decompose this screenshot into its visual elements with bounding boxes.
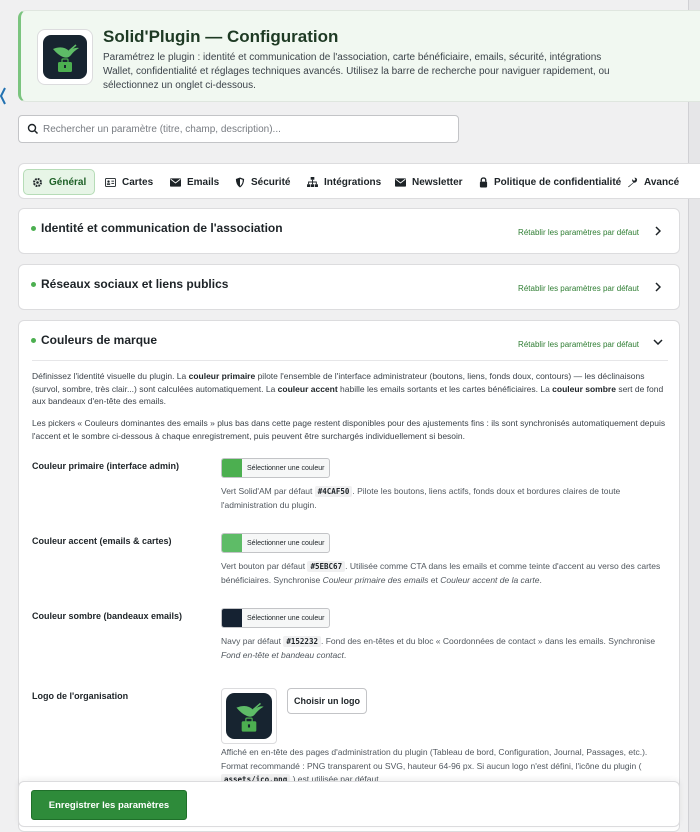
dark-color-help: Navy par défaut #152232. Fond des en-têt… [221, 636, 656, 660]
picker-label: Sélectionner une couleur [247, 614, 325, 622]
tab-newsletter[interactable]: Newsletter [387, 169, 471, 195]
tab-label: Général [49, 176, 87, 188]
primary-color-label: Couleur primaire (interface admin) [32, 461, 180, 471]
page-header: Solid'Plugin — Configuration Paramétrez … [18, 10, 700, 102]
tab-label: Avancé [644, 176, 680, 188]
sticky-footer: Enregistrer les paramètres [18, 781, 680, 827]
colors-intro-sync: Les pickers « Couleurs dominantes des em… [32, 418, 666, 441]
colors-intro: Définissez l'identité visuelle du plugin… [32, 371, 664, 406]
accent-color-picker[interactable]: Sélectionner une couleur [221, 533, 330, 553]
chevron-right-icon[interactable] [655, 282, 661, 292]
tab-avance[interactable]: Avancé [619, 169, 687, 195]
tab-label: Newsletter [412, 176, 463, 188]
section-marker [31, 338, 36, 343]
picker-label: Sélectionner une couleur [247, 464, 325, 472]
lock-icon [479, 176, 488, 187]
save-settings-button[interactable]: Enregistrer les paramètres [31, 790, 187, 820]
section-title: Réseaux sociaux et liens publics [41, 277, 229, 291]
section-marker [31, 282, 36, 287]
sitemap-icon [307, 177, 318, 187]
tab-label: Politique de confidentialité [494, 176, 622, 188]
envelope-icon [170, 177, 181, 187]
hummingbird-logo-icon [43, 35, 87, 79]
section-reseaux-sociaux[interactable]: Réseaux sociaux et liens publics Rétabli… [18, 264, 680, 310]
gear-icon [33, 177, 42, 187]
search-icon [27, 123, 39, 135]
choose-logo-button[interactable]: Choisir un logo [287, 688, 367, 714]
tab-label: Sécurité [251, 176, 291, 188]
picker-label: Sélectionner une couleur [247, 539, 325, 547]
logo-preview [221, 688, 277, 744]
section-couleurs-de-marque: Couleurs de marque Rétablir les paramètr… [18, 320, 680, 832]
section-identite[interactable]: Identité et communication de l'associati… [18, 208, 680, 254]
reset-defaults-link[interactable]: Rétablir les paramètres par défaut [518, 228, 639, 237]
settings-search[interactable] [18, 115, 459, 143]
tab-label: Cartes [122, 176, 154, 188]
tab-cartes[interactable]: Cartes [97, 169, 161, 195]
tab-politique-confidentialite[interactable]: Politique de confidentialité [471, 169, 629, 195]
section-marker [31, 226, 36, 231]
tab-emails[interactable]: Emails [162, 169, 227, 195]
section-title: Identité et communication de l'associati… [41, 221, 283, 235]
tab-integrations[interactable]: Intégrations [299, 169, 389, 195]
reset-defaults-link[interactable]: Rétablir les paramètres par défaut [518, 340, 639, 349]
accent-color-help: Vert bouton par défaut #5EBC67. Utilisée… [221, 561, 661, 585]
color-swatch [222, 459, 242, 477]
color-swatch [222, 534, 242, 552]
window-edge [688, 0, 700, 832]
accent-color-label: Couleur accent (emails & cartes) [32, 536, 172, 546]
primary-color-picker[interactable]: Sélectionner une couleur [221, 458, 330, 478]
dark-color-picker[interactable]: Sélectionner une couleur [221, 608, 330, 628]
tab-general[interactable]: Général [23, 169, 96, 195]
page-title: Solid'Plugin — Configuration [103, 27, 339, 46]
wrench-icon [628, 177, 638, 187]
section-title: Couleurs de marque [41, 333, 158, 347]
id-card-icon [105, 177, 116, 187]
section-divider [32, 360, 668, 361]
settings-tabs: Général Cartes Emails Sécurité Intégrati… [18, 163, 700, 199]
envelope-icon [395, 177, 406, 187]
plugin-logo [37, 29, 93, 85]
tab-securite[interactable]: Sécurité [227, 169, 298, 195]
search-input[interactable] [43, 120, 453, 138]
page-description: Paramétrez le plugin : identité et commu… [103, 52, 610, 91]
reset-defaults-link[interactable]: Rétablir les paramètres par défaut [518, 284, 639, 293]
color-swatch [222, 609, 242, 627]
tab-label: Emails [187, 176, 220, 188]
shield-icon [235, 176, 245, 188]
hummingbird-logo-icon [226, 693, 272, 739]
chevron-down-icon[interactable] [653, 339, 663, 345]
chevron-right-icon[interactable] [655, 226, 661, 236]
primary-color-help: Vert Solid'AM par défaut #4CAF50. Pilote… [221, 486, 621, 510]
tab-label: Intégrations [324, 176, 382, 188]
collapse-arrow-icon[interactable] [0, 86, 6, 106]
logo-label: Logo de l'organisation [32, 691, 129, 701]
dark-color-label: Couleur sombre (bandeaux emails) [32, 611, 183, 621]
